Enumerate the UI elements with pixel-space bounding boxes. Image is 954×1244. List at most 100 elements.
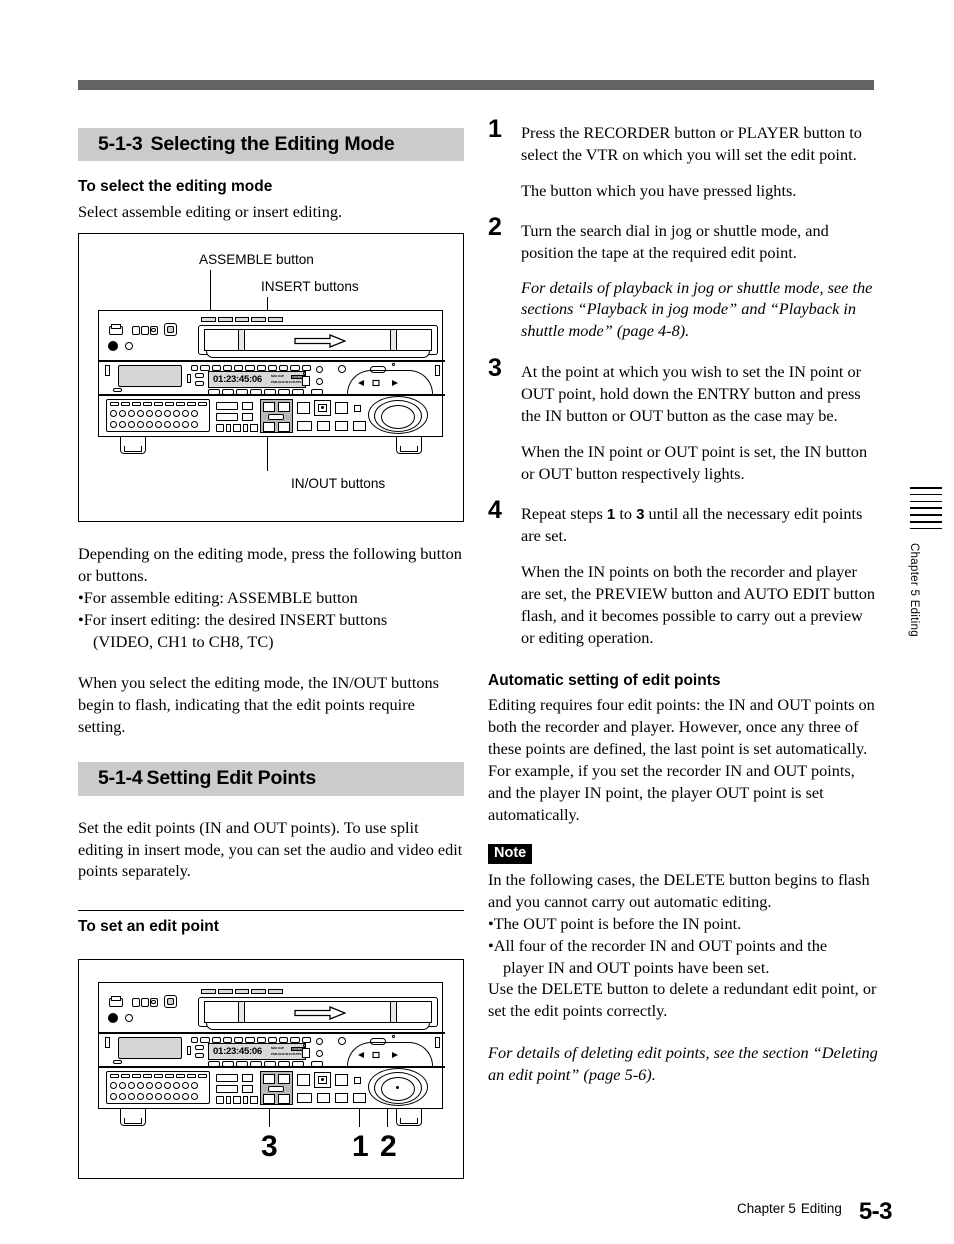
audio-out-button: [278, 421, 290, 432]
vtr-plus-key: [242, 401, 253, 410]
vtr2-level-slider: [302, 1047, 310, 1058]
vtr-timecode-display: 01:23:45:06 MAX CLIP PGM 01 02 03 04 TA …: [208, 370, 306, 388]
vtr2-eject-glyph: [167, 997, 174, 1005]
vtr2-foot-right: [396, 1108, 422, 1126]
timecode-value: 01:23:45:06: [213, 373, 262, 385]
step-4-ref-1: 1: [606, 505, 616, 523]
step-4-mid: to: [615, 503, 637, 523]
vtr-fn-key-3: [216, 423, 224, 432]
vtr-power-button: [108, 340, 118, 351]
subheading-set-edit-point: To set an edit point: [78, 918, 219, 936]
timecode-value-2: 01:23:45:06: [213, 1045, 262, 1057]
section-number: 5-1-3: [98, 133, 143, 155]
document-page: 5-1-3 Selecting the Editing Mode To selec…: [0, 0, 954, 1244]
vtr-level-slider: [302, 375, 310, 386]
transport-play-button: [317, 420, 330, 431]
lcd2-micro-line-1: MAX CLIP: [271, 1045, 284, 1050]
vtr-dial-bezel-top: [347, 369, 433, 394]
step-1-text: Press the RECORDER button or PLAYER butt…: [521, 122, 880, 202]
vtr2-aux-key: [311, 1060, 323, 1067]
step-4: 4 Repeat steps 1 to 3 until all the nece…: [488, 497, 880, 649]
vtr2-auto-edit-dot: [321, 1077, 324, 1081]
callout-assemble-button: ASSEMBLE button: [199, 251, 314, 267]
body-automatic-setting: Editing requires four edit points: the I…: [488, 695, 875, 824]
lcd-micro-line-1: MAX CLIP: [271, 373, 284, 378]
step-3-body: At the point at which you wish to set th…: [521, 362, 862, 426]
vtr-mid-small-key: [113, 387, 122, 392]
vtr-logo-cap: [111, 323, 121, 329]
transport-ff-button: [335, 420, 348, 431]
intro-paragraph: Select assemble editing or insert editin…: [78, 202, 343, 222]
note-bullet-2-cont: player IN and OUT points have been set.: [503, 957, 770, 977]
vtr2-keypad-row-2: [110, 1081, 198, 1089]
keypad-row-2: [110, 409, 198, 417]
note-reference-italic: For details of deleting edit points, see…: [488, 1043, 878, 1085]
vtr-knob-indicator-1: [316, 365, 323, 373]
vtr2-out-button: [278, 1073, 290, 1084]
vtr2-stop-button: [353, 1092, 366, 1103]
vtr2-cassette-guide-left: [238, 1000, 245, 1023]
vtr2-fn-key-3: [216, 1095, 224, 1104]
step-4-sub: When the IN points on both the recorder …: [521, 561, 876, 647]
vtr2-search-dial-inner: [381, 1076, 415, 1101]
step-1-number: 1: [488, 115, 502, 143]
audio-in-button: [263, 421, 275, 432]
recorder-button: [316, 1037, 323, 1045]
vtr-mid-display-blank: [118, 364, 182, 387]
bullet-assemble: •For assemble editing: ASSEMBLE button: [78, 587, 358, 607]
section-heading-5-1-4: 5-1-4 Setting Edit Points: [78, 762, 464, 796]
vtr-plus-marker: [303, 371, 306, 375]
body-depending-on-mode: Depending on the editing mode, press the…: [78, 543, 462, 585]
top-rule: [78, 80, 874, 90]
section-heading-5-1-3: 5-1-3 Selecting the Editing Mode: [78, 128, 464, 162]
step-3: 3 At the point at which you wish to set …: [488, 356, 880, 485]
vtr2-entry-button: [268, 1085, 284, 1092]
vtr-fn-key-2: [216, 412, 238, 421]
vtr2-right-slot: [435, 1036, 440, 1048]
vtr2-timecode-display: 01:23:45:06 MAX CLIP PGM 01 02 03 04 TA …: [208, 1042, 306, 1060]
vtr-dot-top: [392, 362, 395, 366]
vtr2-dial-center-dot: [396, 1085, 399, 1089]
cassette-tab-row: [201, 316, 283, 322]
transport-stop-button: [353, 420, 366, 431]
vtr2-fn-key-5: [233, 1095, 241, 1104]
vtr-mode-indicator: [338, 364, 346, 373]
side-chapter-tab: Chapter 5 Editing: [908, 487, 948, 637]
subheading-select-editing-mode: To select the editing mode: [78, 178, 273, 196]
vtr2-left-mark: [187, 1045, 191, 1055]
player-button: [316, 1049, 323, 1057]
note-badge: Note: [488, 843, 533, 864]
section-number-2: 5-1-4: [98, 767, 143, 790]
cassette-guide-right: [390, 328, 397, 351]
search-dial-inner: [381, 404, 415, 429]
out-button: [278, 401, 290, 412]
heading-automatic-setting: Automatic setting of edit points: [488, 672, 721, 690]
step-2-number: 2: [488, 212, 502, 241]
vtr2-rew-button: [297, 1092, 312, 1103]
vtr2-keypad-row-1: [110, 1073, 207, 1078]
cassette-guide-left: [238, 328, 245, 351]
note-intro: In the following cases, the DELETE butto…: [488, 869, 870, 911]
vtr2-key-b: [195, 1052, 204, 1058]
vtr2-side-slot: [105, 1036, 110, 1048]
vtr2-logo-cap: [111, 995, 121, 1001]
note-outro: Use the DELETE button to delete a redund…: [488, 979, 877, 1021]
vtr2-in-button: [263, 1073, 275, 1084]
vtr-foot-left: [120, 436, 146, 454]
step-1-body: Press the RECORDER button or PLAYER butt…: [521, 123, 862, 164]
vtr2-fn-key-1: [216, 1073, 238, 1082]
vtr2-play-button: [317, 1092, 330, 1103]
cassette-lip: [206, 350, 430, 358]
vtr-review-button: [335, 401, 348, 414]
in-button: [263, 401, 275, 412]
note-bullet-1: •The OUT point is before the IN point.: [488, 913, 742, 933]
vtr2-fn-key-7: [250, 1095, 258, 1104]
keypad-row-3: [110, 420, 198, 428]
callout-inout-buttons: IN/OUT buttons: [291, 475, 386, 491]
vtr-right-slot: [435, 364, 440, 376]
step-2-note: For details of playback in jog or shuttl…: [521, 277, 873, 341]
vtr2-fn-key-4: [226, 1095, 231, 1104]
footer-page-number: 5-3: [858, 1198, 893, 1225]
vtr2-plus-key: [242, 1073, 253, 1082]
left-column: 5-1-3 Selecting the Editing Mode To selec…: [78, 128, 464, 1179]
